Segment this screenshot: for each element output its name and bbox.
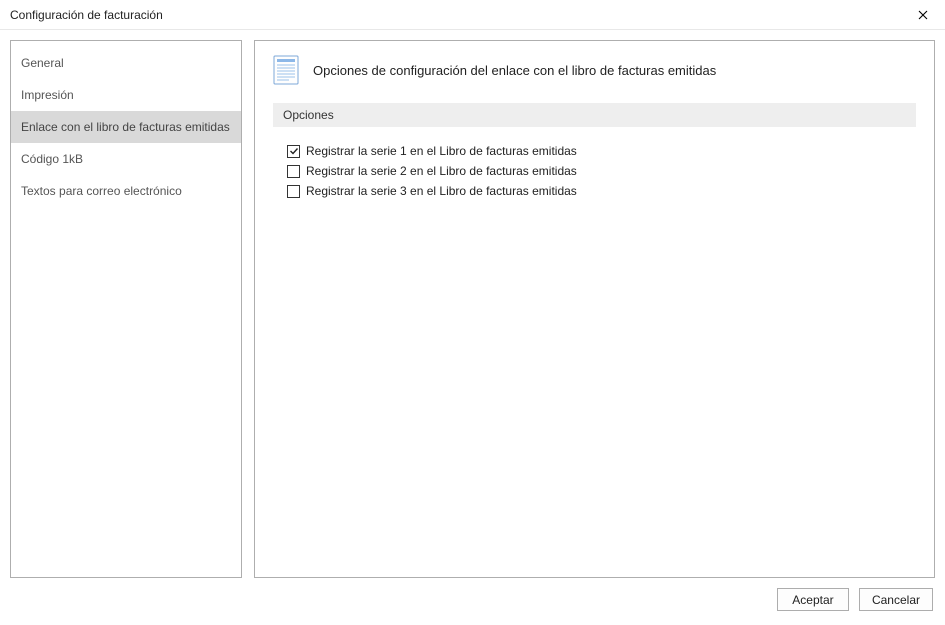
- sidebar-item-enlace-libro[interactable]: Enlace con el libro de facturas emitidas: [11, 111, 241, 143]
- option-label: Registrar la serie 1 en el Libro de fact…: [306, 144, 577, 158]
- sidebar-item-general[interactable]: General: [11, 47, 241, 79]
- close-button[interactable]: [909, 1, 937, 29]
- sidebar: General Impresión Enlace con el libro de…: [10, 40, 242, 578]
- document-icon: [273, 55, 299, 85]
- sidebar-item-impresion[interactable]: Impresión: [11, 79, 241, 111]
- dialog-body: General Impresión Enlace con el libro de…: [0, 30, 945, 578]
- button-label: Aceptar: [792, 593, 833, 607]
- close-icon: [918, 10, 928, 20]
- sidebar-item-label: General: [21, 56, 64, 70]
- sidebar-item-label: Enlace con el libro de facturas emitidas: [21, 120, 230, 134]
- option-label: Registrar la serie 2 en el Libro de fact…: [306, 164, 577, 178]
- accept-button[interactable]: Aceptar: [777, 588, 849, 611]
- checkbox-serie-2[interactable]: [287, 165, 300, 178]
- footer: Aceptar Cancelar: [0, 578, 945, 625]
- checkbox-serie-3[interactable]: [287, 185, 300, 198]
- option-row-serie-2: Registrar la serie 2 en el Libro de fact…: [273, 161, 916, 181]
- content-panel: Opciones de configuración del enlace con…: [254, 40, 935, 578]
- sidebar-item-label: Impresión: [21, 88, 74, 102]
- option-row-serie-1: Registrar la serie 1 en el Libro de fact…: [273, 141, 916, 161]
- titlebar: Configuración de facturación: [0, 0, 945, 30]
- content-header: Opciones de configuración del enlace con…: [273, 55, 916, 85]
- option-row-serie-3: Registrar la serie 3 en el Libro de fact…: [273, 181, 916, 201]
- window-title: Configuración de facturación: [10, 8, 163, 22]
- section-header-opciones: Opciones: [273, 103, 916, 127]
- sidebar-item-textos-correo[interactable]: Textos para correo electrónico: [11, 175, 241, 207]
- content-title: Opciones de configuración del enlace con…: [313, 63, 716, 78]
- sidebar-item-label: Textos para correo electrónico: [21, 184, 182, 198]
- option-label: Registrar la serie 3 en el Libro de fact…: [306, 184, 577, 198]
- checkbox-serie-1[interactable]: [287, 145, 300, 158]
- sidebar-item-codigo-1kb[interactable]: Código 1kB: [11, 143, 241, 175]
- button-label: Cancelar: [872, 593, 920, 607]
- cancel-button[interactable]: Cancelar: [859, 588, 933, 611]
- sidebar-item-label: Código 1kB: [21, 152, 83, 166]
- check-icon: [289, 146, 299, 156]
